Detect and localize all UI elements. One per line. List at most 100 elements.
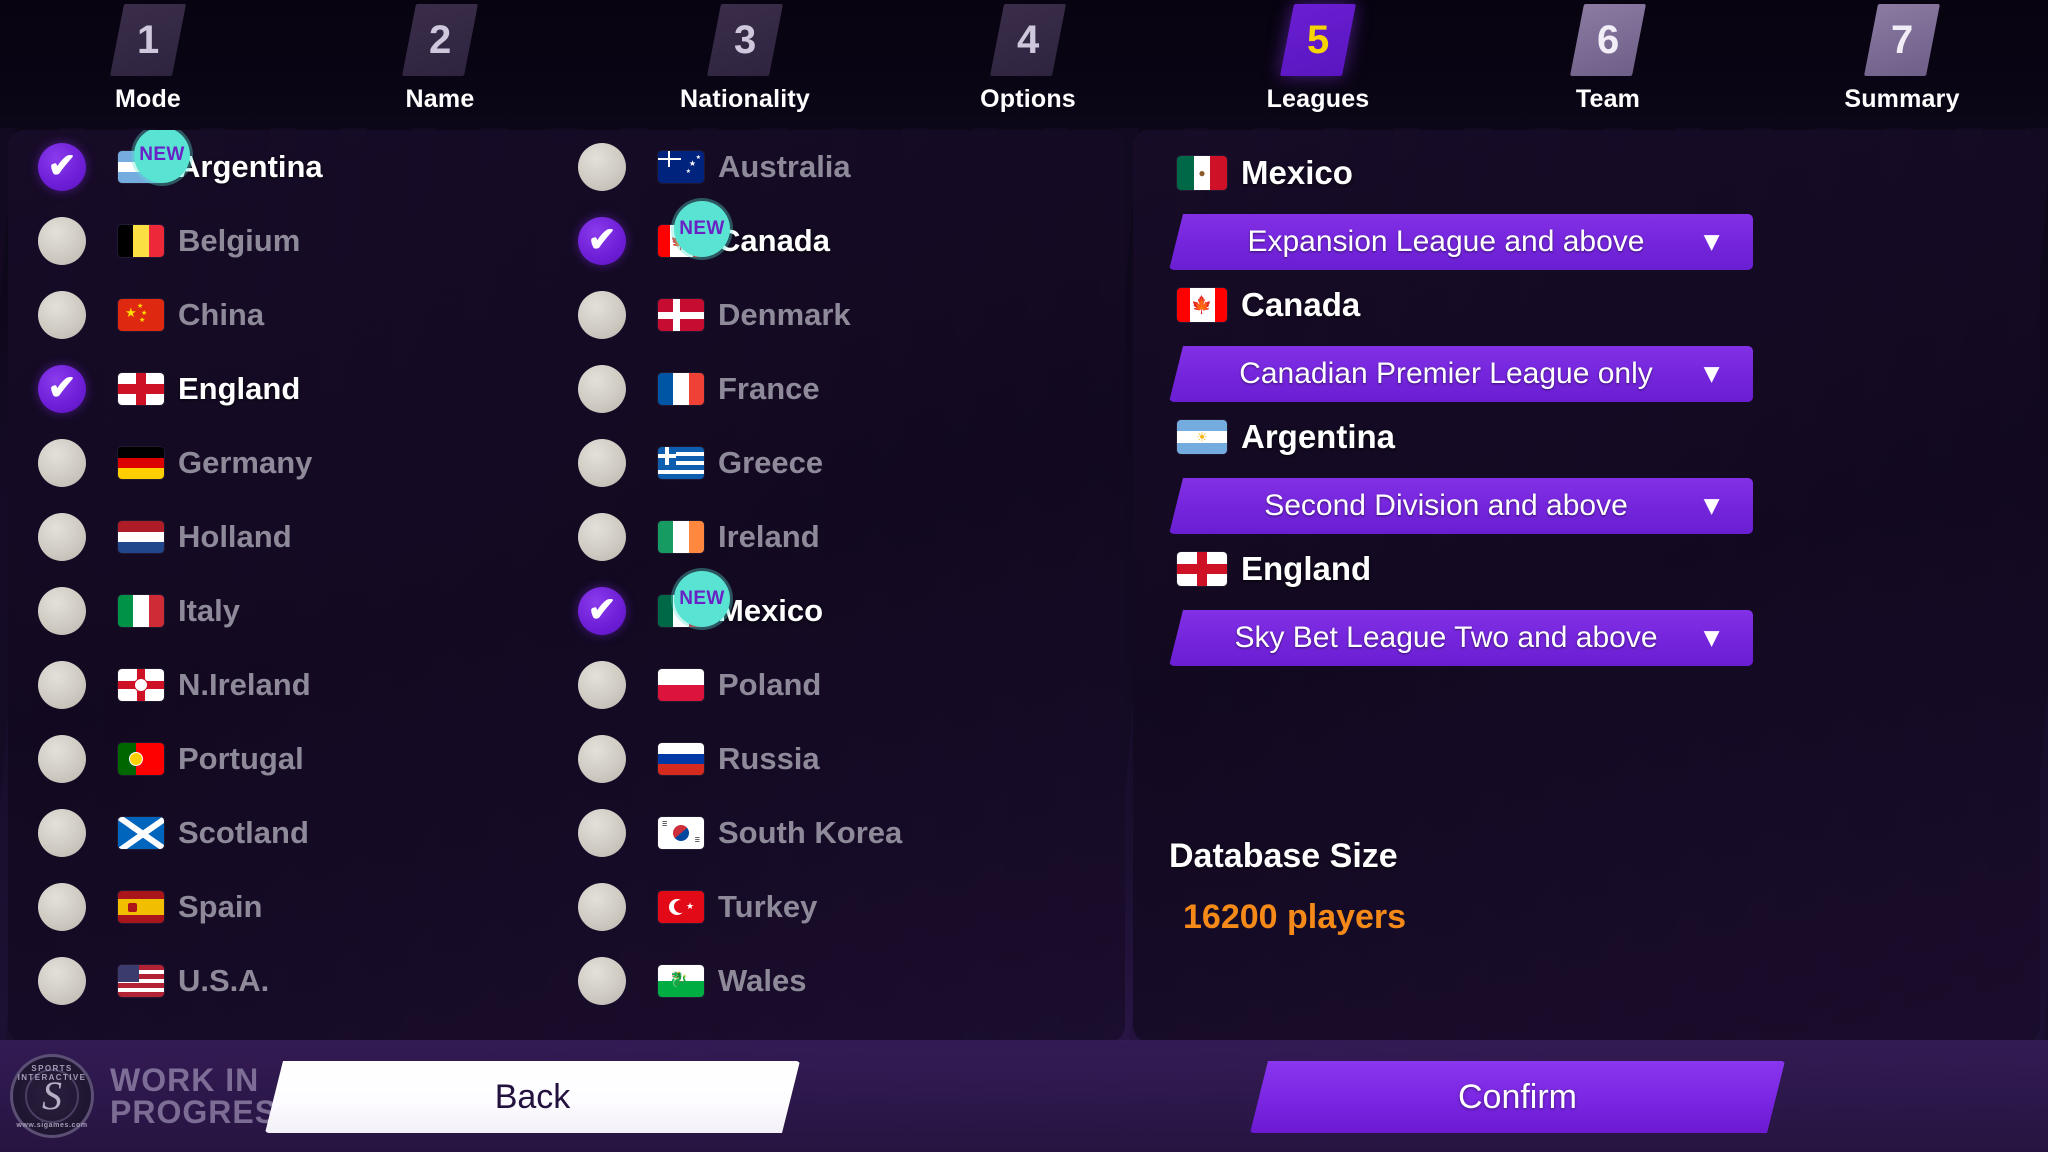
country-checkbox[interactable]: ✔ [578,957,626,1005]
country-checkbox[interactable]: ✔ [578,883,626,931]
country-checkbox[interactable]: ✔ [38,291,86,339]
country-row-italy[interactable]: ✔ Italy [38,574,583,648]
step-summary[interactable]: 7 Summary [1827,4,1977,114]
country-row-southkorea[interactable]: ✔ ☰☰ South Korea [578,796,1123,870]
country-row-russia[interactable]: ✔ Russia [578,722,1123,796]
flag-icon-au: ★ ★ ★ [658,151,704,183]
country-checkbox[interactable]: ✔ [38,587,86,635]
flag-icon-it [118,595,164,627]
country-checkbox[interactable]: ✔ [578,809,626,857]
step-number: 1 [136,18,160,62]
step-number: 7 [1890,18,1914,62]
country-row-portugal[interactable]: ✔ Portugal [38,722,583,796]
step-number: 4 [1016,18,1040,62]
country-row-usa[interactable]: ✔ U.S.A. [38,944,583,1018]
country-name: Turkey [718,889,818,924]
country-checkbox[interactable]: ✔ [578,587,626,635]
step-name[interactable]: 2 Name [365,4,515,114]
country-checkbox[interactable]: ✔ [38,661,86,709]
step-label: Leagues [1266,85,1370,113]
league-level-dropdown[interactable]: Canadian Premier League only ▼ [1169,346,1753,402]
country-checkbox[interactable]: ✔ [38,143,86,191]
country-name: N.Ireland [178,667,311,702]
country-row-ireland[interactable]: ✔ Ireland [578,500,1123,574]
step-team[interactable]: 6 Team [1533,4,1683,114]
flag-icon-sc [118,817,164,849]
country-checkbox[interactable]: ✔ [38,217,86,265]
league-group-list: ● Mexico Expansion League and above ▼ 🍁 Canad… [1133,130,2040,672]
league-level-dropdown[interactable]: Expansion League and above ▼ [1169,214,1753,270]
sports-interactive-logo: SPORTS INTERACTIVE S www.sigames.com WOR… [10,1054,299,1138]
step-nationality[interactable]: 3 Nationality [670,4,820,114]
league-level-dropdown[interactable]: Sky Bet League Two and above ▼ [1169,610,1753,666]
country-row-mexico[interactable]: ✔●NEWMexico [578,571,1123,648]
country-row-denmark[interactable]: ✔ Denmark [578,278,1123,352]
country-row-poland[interactable]: ✔ Poland [578,648,1123,722]
country-row-nireland[interactable]: ✔ N.Ireland [38,648,583,722]
country-checkbox[interactable]: ✔ [578,513,626,561]
country-checkbox[interactable]: ✔ [578,661,626,709]
database-size-title: Database Size [1169,837,1398,875]
step-number: 2 [428,18,452,62]
country-checkbox[interactable]: ✔ [578,365,626,413]
country-name: South Korea [718,815,903,850]
league-level-value: Sky Bet League Two and above [1234,621,1658,654]
country-checkbox[interactable]: ✔ [578,217,626,265]
league-level-dropdown[interactable]: Second Division and above ▼ [1169,478,1753,534]
league-level-value: Second Division and above [1264,489,1628,522]
step-number-box: 7 [1864,4,1940,76]
back-button[interactable]: Back [265,1061,800,1133]
country-row-canada[interactable]: ✔🍁NEWCanada [578,201,1123,278]
country-name: Italy [178,593,241,628]
flag-icon-ie [658,521,704,553]
country-name: Scotland [178,815,309,850]
league-group-england: England Sky Bet League Two and above ▼ [1133,540,2040,666]
country-row-spain[interactable]: ✔ Spain [38,870,583,944]
step-label: Name [405,85,475,113]
country-row-england[interactable]: ✔ England [38,352,583,426]
country-checkbox[interactable]: ✔ [38,735,86,783]
step-mode[interactable]: 1 Mode [73,4,223,114]
step-options[interactable]: 4 Options [953,4,1103,114]
country-checkbox[interactable]: ✔ [578,439,626,487]
country-checkbox[interactable]: ✔ [38,513,86,561]
country-checkbox[interactable]: ✔ [578,143,626,191]
country-checkbox[interactable]: ✔ [38,439,86,487]
back-button-label: Back [494,1077,571,1116]
country-row-turkey[interactable]: ✔ ★ Turkey [578,870,1123,944]
country-row-australia[interactable]: ✔ ★★★ Australia [578,130,1123,204]
step-number-box: 5 [1280,4,1356,76]
league-level-value: Expansion League and above [1247,225,1645,258]
flag-icon-kr: ☰ ☰ [658,817,704,849]
country-row-france[interactable]: ✔ France [578,352,1123,426]
league-group-country: Mexico [1241,154,1353,191]
country-checkbox[interactable]: ✔ [38,365,86,413]
new-badge: NEW [674,571,730,627]
new-badge-label: NEW [679,588,725,609]
country-name: Ireland [718,519,820,554]
chevron-down-icon: ▼ [1698,490,1725,521]
flag-icon-de [118,447,164,479]
country-row-greece[interactable]: ✔ Greece [578,426,1123,500]
country-name: Germany [178,445,313,480]
flag-icon-be [118,225,164,257]
country-checkbox[interactable]: ✔ [578,735,626,783]
country-checkbox[interactable]: ✔ [578,291,626,339]
country-row-wales[interactable]: ✔ 🐉 Wales [578,944,1123,1018]
country-row-belgium[interactable]: ✔ Belgium [38,204,583,278]
country-row-germany[interactable]: ✔ Germany [38,426,583,500]
country-checkbox[interactable]: ✔ [38,809,86,857]
country-checkbox[interactable]: ✔ [38,883,86,931]
country-row-china[interactable]: ✔ ★★★★ China [38,278,583,352]
country-checkbox[interactable]: ✔ [38,957,86,1005]
country-name: Wales [718,963,807,998]
si-logo-top-text: SPORTS INTERACTIVE [17,1064,87,1082]
step-number: 5 [1306,18,1330,62]
step-leagues[interactable]: 5 Leagues [1243,4,1393,114]
country-row-scotland[interactable]: ✔ Scotland [38,796,583,870]
check-icon: ✔ [47,146,77,185]
country-row-argentina[interactable]: ✔☀NEWArgentina [38,130,583,204]
confirm-button[interactable]: Confirm [1250,1061,1785,1133]
country-row-holland[interactable]: ✔ Holland [38,500,583,574]
chevron-down-icon: ▼ [1698,358,1725,389]
